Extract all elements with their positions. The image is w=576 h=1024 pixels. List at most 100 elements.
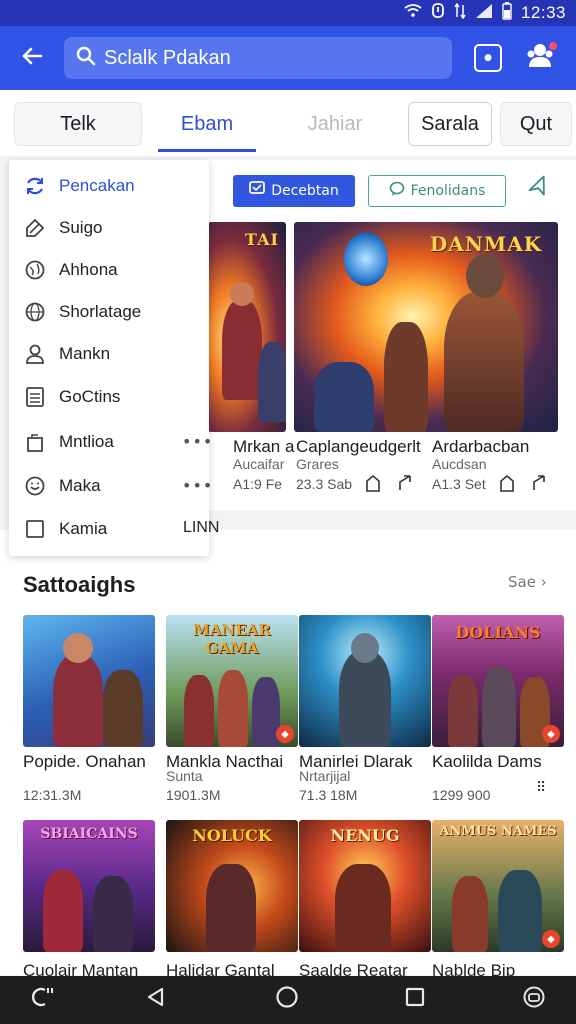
warrior-figure — [452, 876, 488, 952]
menu-item-suigo[interactable]: Suigo — [9, 208, 209, 248]
more-dots-icon[interactable]: ••• — [182, 432, 213, 451]
checkbox-icon — [23, 517, 47, 541]
more-dots-icon[interactable]: ••• — [182, 476, 213, 495]
back-button[interactable] — [0, 26, 64, 90]
menu-item-ahhona[interactable]: Ahhona — [9, 250, 209, 290]
alarm-icon — [431, 3, 445, 23]
game-meta-3: 71.3 18M — [299, 787, 358, 803]
art-title: NENUG — [330, 826, 400, 845]
game-title-4: Kaolilda Dams — [432, 752, 542, 771]
menu-item-kamia[interactable]: Kamia — [9, 509, 209, 549]
game-tile-5[interactable]: SBIAICAINS — [23, 820, 155, 952]
home-nav-button[interactable] — [269, 984, 305, 1016]
tab-telk[interactable]: Telk — [14, 102, 142, 146]
see-all-link[interactable]: Sae › — [508, 573, 547, 591]
game-meta-2: 1901.3M — [166, 787, 221, 803]
game-tile-1[interactable] — [23, 615, 155, 747]
featured-subtitle-1: Aucaifar — [233, 456, 285, 472]
menu-item-mankn[interactable]: Mankn — [9, 334, 209, 374]
filter-chip-primary[interactable]: Decebtan — [233, 175, 355, 207]
featured-subtitle-3: Aucdsan — [432, 456, 487, 472]
fighter-figure — [384, 322, 428, 432]
creature-head — [344, 232, 388, 286]
screen-button[interactable]: ● — [474, 44, 502, 72]
list-icon — [23, 385, 47, 409]
warrior-figure — [184, 675, 214, 747]
arrow-left-icon — [20, 41, 44, 76]
hero-head — [230, 282, 254, 306]
tab-jahiar[interactable]: Jahiar — [278, 102, 392, 146]
art-title: MANEAR GAMA — [193, 621, 271, 657]
menu-item-maka[interactable]: Maka — [9, 466, 209, 506]
warrior-figure — [444, 292, 524, 432]
dropdown-menu: Pencakan Suigo Ahhona Shorlatage Mankn G… — [9, 160, 219, 556]
triangle-back-icon — [145, 986, 167, 1014]
filter-chip-secondary[interactable]: Fenolidans — [368, 175, 506, 207]
search-field[interactable]: Sclalk Pdakan — [64, 37, 452, 79]
tab-qut[interactable]: Qut — [500, 102, 572, 146]
game-tile-8[interactable]: ANMUS NAMES ◆ — [432, 820, 564, 952]
hero-figure — [206, 864, 256, 952]
warrior-figure — [43, 870, 83, 952]
art-title: ANMUS NAMES — [439, 824, 557, 839]
clock: 12:33 — [520, 3, 566, 22]
badge-icon: ◆ — [542, 725, 560, 743]
more-dots-icon[interactable]: ⠿ — [536, 780, 546, 796]
signal-icon — [475, 3, 493, 23]
art-title: TAI — [245, 230, 279, 249]
menu-item-goctins[interactable]: GoCtins — [9, 377, 209, 417]
square-dot-icon: ● — [484, 53, 492, 63]
tag-icon — [23, 216, 47, 240]
hero-head — [63, 633, 93, 663]
bookmark-icon[interactable] — [498, 474, 516, 497]
share-icon[interactable] — [530, 474, 548, 497]
circle-home-icon — [275, 985, 299, 1015]
speech-bubble-icon — [389, 181, 405, 201]
menu-item-shorlatage[interactable]: Shorlatage — [9, 292, 209, 332]
menu-trailing-text: LINN — [183, 519, 220, 536]
chevron-right-icon: › — [540, 573, 547, 591]
featured-meta-2: 23.3 Sab — [296, 476, 353, 492]
hero-figure — [335, 864, 391, 952]
game-subtitle-2: Sunta — [166, 768, 203, 784]
account-button[interactable] — [526, 42, 557, 72]
featured-meta-1: A1:9 Fe — [233, 476, 283, 492]
status-bar: 12:33 — [0, 0, 576, 26]
art-title: NOLUCK — [192, 826, 272, 845]
search-text: Sclalk Pdakan — [104, 46, 231, 69]
game-meta-4: 1299 900 — [432, 787, 491, 803]
game-tile-6[interactable]: NOLUCK — [166, 820, 298, 952]
person-icon — [23, 342, 47, 366]
warrior-figure — [448, 675, 478, 747]
assistant-button[interactable] — [24, 984, 60, 1016]
chat-icon — [249, 181, 266, 201]
game-tile-7[interactable]: NENUG — [299, 820, 431, 952]
chat-quote-icon — [29, 985, 55, 1015]
recents-nav-button[interactable] — [397, 984, 433, 1016]
badge-icon: ◆ — [542, 930, 560, 948]
menu-item-mntlioa[interactable]: Mntlioa — [9, 422, 209, 462]
featured-title-3: Ardarbacban — [432, 437, 530, 456]
armored-figure — [339, 651, 391, 747]
featured-image-2[interactable]: DANMAK — [294, 222, 558, 432]
world-icon — [23, 300, 47, 324]
tab-sarala[interactable]: Sarala — [408, 102, 492, 146]
game-tile-2[interactable]: MANEAR GAMA ◆ — [166, 615, 298, 747]
smile-icon — [23, 474, 47, 498]
tab-bar: Telk Ebam Jahiar Sarala Qut — [0, 90, 576, 156]
accessibility-button[interactable] — [516, 984, 552, 1016]
app-bar: Sclalk Pdakan ● — [0, 26, 576, 90]
badge-icon: ◆ — [276, 725, 294, 743]
featured-image-1[interactable]: TAI — [208, 222, 286, 432]
accessibility-icon — [522, 985, 546, 1015]
featured-title-1: Mrkan a — [233, 437, 295, 456]
warrior-figure — [218, 670, 248, 747]
menu-item-pencakan[interactable]: Pencakan — [9, 166, 209, 206]
share-icon[interactable] — [396, 474, 414, 497]
game-tile-4[interactable]: DOLIANS ◆ — [432, 615, 564, 747]
tab-ebam[interactable]: Ebam — [158, 102, 256, 152]
game-tile-3[interactable] — [299, 615, 431, 747]
globe-icon — [23, 258, 47, 282]
bookmark-icon[interactable] — [364, 474, 382, 497]
back-nav-button[interactable] — [138, 984, 174, 1016]
